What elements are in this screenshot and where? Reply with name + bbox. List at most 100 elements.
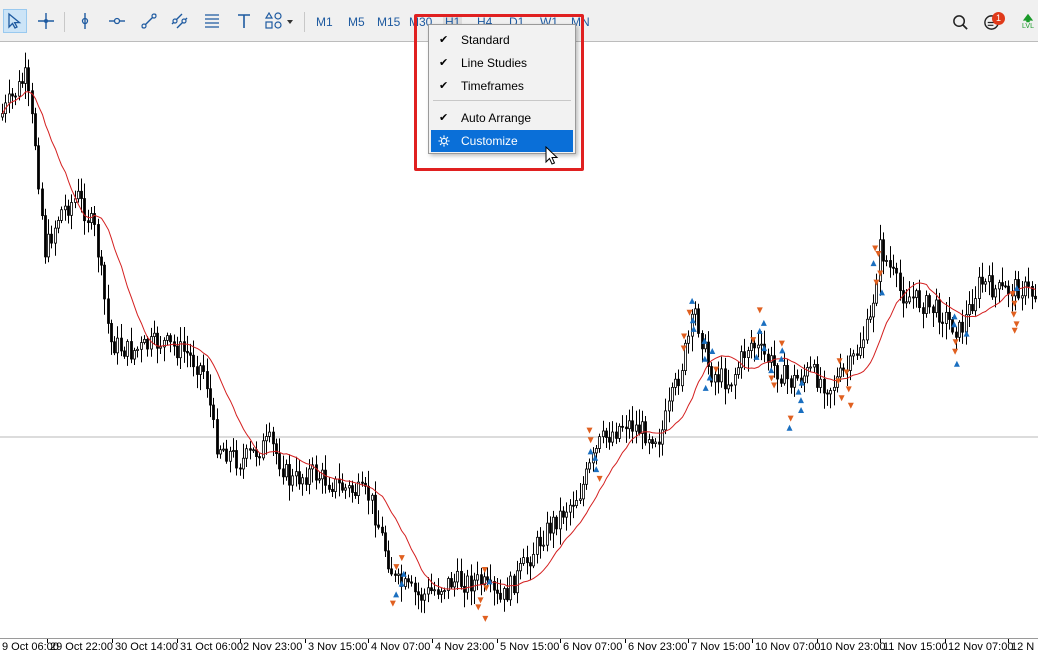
shapes-icon <box>265 12 293 29</box>
signal-level-button[interactable]: LVL <box>1018 12 1038 32</box>
candle-body <box>605 430 608 438</box>
buy-arrow-icon <box>587 448 594 455</box>
time-label: 3 Nov 15:00 <box>308 641 368 653</box>
candle-body <box>724 368 727 390</box>
candle-body <box>717 374 720 383</box>
buy-arrow-icon <box>761 345 768 352</box>
timeframe-m1[interactable]: M1 <box>316 14 333 30</box>
candle-body <box>776 365 779 380</box>
candle-body <box>252 449 255 452</box>
time-label: 2 Nov 23:00 <box>243 641 303 653</box>
time-tick <box>305 639 306 643</box>
text-button[interactable] <box>232 9 256 33</box>
candle-body <box>116 337 119 354</box>
candle-body <box>681 370 684 387</box>
horizontal-line-button[interactable] <box>105 9 129 33</box>
time-label: 6 Nov 07:00 <box>563 641 623 653</box>
time-label: 7 Nov 15:00 <box>691 641 751 653</box>
timeframe-m15[interactable]: M15 <box>377 14 400 30</box>
shapes-button[interactable] <box>263 9 297 33</box>
candle-body <box>1001 282 1004 287</box>
candle-body <box>348 485 351 489</box>
sell-arrow-icon <box>586 427 593 434</box>
candle-body <box>849 355 852 371</box>
sell-arrow-icon <box>1011 327 1018 334</box>
search-button[interactable] <box>950 12 970 32</box>
time-tick <box>560 639 561 643</box>
candle-body <box>123 350 126 357</box>
time-label: 10 Nov 07:00 <box>755 641 821 653</box>
candle-body <box>998 282 1001 290</box>
crosshair-button[interactable] <box>34 9 58 33</box>
candle-body <box>476 574 479 581</box>
fibonacci-button[interactable] <box>200 9 224 33</box>
vertical-line-icon <box>81 13 89 29</box>
sell-arrow-icon <box>681 333 688 340</box>
candle-body <box>602 430 605 438</box>
sell-arrow-icon <box>843 369 850 376</box>
candle-body <box>625 426 628 430</box>
timeframe-m5[interactable]: M5 <box>348 14 365 30</box>
candle-body <box>265 436 268 442</box>
candle-body <box>324 469 327 486</box>
candle-body <box>598 436 601 449</box>
candle-body <box>47 233 50 258</box>
candle-body <box>513 575 516 594</box>
candle-body <box>496 589 499 594</box>
buy-arrow-icon <box>689 317 696 324</box>
candle-body <box>291 475 294 486</box>
channel-icon <box>171 13 188 29</box>
candle-body <box>202 365 205 372</box>
time-label: 6 Nov 23:00 <box>628 641 688 653</box>
candle-body <box>922 307 925 314</box>
candle-body <box>862 339 865 349</box>
candle-body <box>1004 285 1007 288</box>
candle-body <box>107 298 110 324</box>
candle-body <box>611 431 614 443</box>
candle-body <box>242 457 245 470</box>
candle-body <box>588 462 591 470</box>
candle-body <box>753 342 756 349</box>
candle-body <box>192 354 195 368</box>
candle-body <box>549 522 552 534</box>
time-tick <box>432 639 433 643</box>
candle-body <box>882 239 885 262</box>
candle-body <box>397 573 400 576</box>
candle-body <box>480 574 483 585</box>
candle-body <box>872 302 875 318</box>
candle-body <box>404 578 407 587</box>
candle-body <box>714 374 717 383</box>
candle-body <box>677 378 680 387</box>
candle-body <box>222 448 225 451</box>
candle-body <box>232 450 235 452</box>
time-label: 4 Nov 23:00 <box>435 641 495 653</box>
candle-body <box>1021 295 1024 299</box>
candle-body <box>239 467 242 470</box>
candle-body <box>143 338 146 343</box>
select-cursor-button[interactable] <box>3 9 27 33</box>
buy-arrow-icon <box>870 260 877 267</box>
candle-body <box>285 464 288 478</box>
buy-arrow-icon <box>963 330 970 337</box>
candle-body <box>737 367 740 375</box>
candle-body <box>668 400 671 412</box>
sell-arrow-icon <box>596 475 603 482</box>
time-label: 10 Nov 23:00 <box>820 641 886 653</box>
vertical-line-button[interactable] <box>73 9 97 33</box>
candle-body <box>608 437 611 443</box>
equidistant-channel-button[interactable] <box>168 9 192 33</box>
sell-arrow-icon <box>873 279 880 286</box>
candle-body <box>235 450 238 469</box>
trendline-icon <box>141 13 157 29</box>
candle-body <box>621 425 624 428</box>
sell-arrow-icon <box>1013 321 1020 328</box>
toolbar-separator <box>304 12 305 32</box>
candle-body <box>140 342 143 350</box>
candle-body <box>552 516 555 534</box>
candle-body <box>67 205 70 216</box>
candle-body <box>41 188 44 217</box>
candle-body <box>522 557 525 564</box>
candle-body <box>542 544 545 547</box>
signal-level-label: LVL <box>1022 23 1034 30</box>
trendline-button[interactable] <box>137 9 161 33</box>
